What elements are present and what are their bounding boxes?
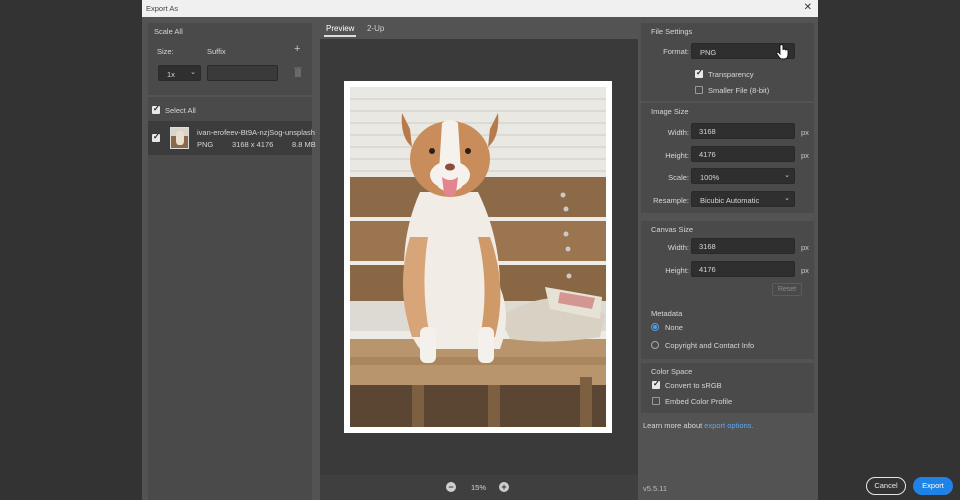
scale-all-title: Scale All	[154, 27, 183, 36]
preview-tabs: Preview 2-Up	[320, 17, 638, 39]
scale-dropdown[interactable]: 1x ⌄	[158, 65, 201, 81]
zoom-in-icon[interactable]: +	[499, 482, 509, 492]
suffix-input[interactable]	[207, 65, 278, 81]
export-as-dialog: Export As ✕ Scale All Size: Suffix + 1x …	[142, 0, 953, 500]
export-options-link[interactable]: export options.	[704, 421, 753, 430]
color-space-section: Color Space Convert to sRGB Embed Color …	[641, 363, 814, 413]
smaller-file-checkbox[interactable]	[695, 86, 703, 94]
image-scale-dropdown[interactable]: 100% ⌄	[691, 168, 795, 184]
image-scale-value: 100%	[700, 173, 720, 182]
size-label: Size:	[157, 47, 174, 56]
file-size: 8.8 MB	[292, 140, 316, 149]
image-size-title: Image Size	[651, 107, 689, 116]
background-left	[0, 0, 142, 500]
image-width-label: Width:	[667, 128, 689, 137]
file-name: ivan-erofeev-Bt9A-nzjSog-unsplash	[197, 128, 315, 137]
learn-more-prefix: Learn more about	[643, 421, 705, 430]
resample-value: Bicubic Automatic	[700, 196, 760, 205]
background-right	[818, 0, 960, 500]
image-size-section: Image Size Width: 3168 px Height: 4176 p…	[641, 103, 814, 213]
trash-icon[interactable]	[294, 67, 302, 77]
metadata-none-radio[interactable]	[651, 323, 659, 331]
zoom-level: 15%	[471, 483, 487, 492]
file-settings-section: File Settings Format: PNG ⌄ Transparency…	[641, 23, 814, 101]
convert-srgb-checkbox[interactable]	[652, 379, 660, 389]
window-title: Export As	[146, 4, 179, 13]
scale-dropdown-value: 1x	[167, 70, 175, 79]
format-value: PNG	[700, 48, 717, 57]
file-dimensions: 3168 x 4176	[232, 140, 274, 149]
image-height-unit: px	[801, 151, 809, 160]
image-height-field[interactable]: 4176	[691, 146, 795, 162]
canvas-height-field[interactable]: 4176	[691, 261, 795, 277]
settings-panel: File Settings Format: PNG ⌄ Transparency…	[639, 17, 953, 500]
zoom-bar: − 15% +	[320, 475, 638, 500]
dog-photo	[350, 87, 606, 427]
zoom-out-icon[interactable]: −	[446, 482, 456, 492]
file-settings-title: File Settings	[651, 27, 693, 36]
transparency-label: Transparency	[708, 70, 754, 79]
color-space-title: Color Space	[651, 367, 693, 376]
tab-2-up[interactable]: 2-Up	[367, 24, 384, 33]
file-format: PNG	[197, 140, 214, 149]
format-label: Format:	[663, 47, 689, 56]
metadata-none-label: None	[665, 323, 683, 332]
image-width-unit: px	[801, 128, 809, 137]
add-scale-icon[interactable]: +	[294, 43, 300, 55]
transparency-checkbox[interactable]	[695, 68, 703, 78]
preview-canvas	[320, 39, 638, 475]
files-panel: Select All ivan-erofeev-Bt9A-nzjSog-unsp…	[148, 97, 316, 500]
resample-label: Resample:	[653, 196, 689, 205]
canvas-width-label: Width:	[667, 243, 689, 252]
chevron-down-icon: ⌄	[190, 69, 196, 76]
file-thumbnail	[170, 127, 189, 149]
canvas-width-field[interactable]: 3168	[691, 238, 795, 254]
file-row[interactable]: ivan-erofeev-Bt9A-nzjSog-unsplash PNG 31…	[148, 121, 316, 155]
convert-srgb-label: Convert to sRGB	[665, 381, 722, 390]
metadata-title: Metadata	[651, 309, 683, 318]
title-bar: Export As ✕	[142, 0, 818, 17]
image-width-field[interactable]: 3168	[691, 123, 795, 139]
embed-profile-label: Embed Color Profile	[665, 397, 733, 406]
tab-preview[interactable]: Preview	[323, 24, 357, 37]
canvas-width-unit: px	[801, 243, 809, 252]
suffix-label: Suffix	[207, 47, 226, 56]
metadata-copyright-label: Copyright and Contact Info	[665, 341, 755, 350]
image-height-label: Height:	[665, 151, 689, 160]
reset-button[interactable]: Reset	[772, 283, 802, 296]
smaller-file-label: Smaller File (8-bit)	[708, 86, 770, 95]
embed-profile-checkbox[interactable]	[652, 397, 660, 405]
learn-more-text: Learn more about export options.	[643, 421, 754, 430]
left-panel: Scale All Size: Suffix + 1x ⌄ Select All…	[142, 17, 319, 500]
close-icon[interactable]: ✕	[804, 2, 812, 13]
preview-panel: Preview 2-Up − 15% +	[320, 17, 638, 500]
scale-all-panel: Scale All Size: Suffix + 1x ⌄	[148, 23, 312, 95]
file-checkbox[interactable]	[152, 132, 160, 142]
export-button[interactable]: Export	[913, 477, 953, 495]
resample-dropdown[interactable]: Bicubic Automatic ⌄	[691, 191, 795, 207]
version-label: v5.5.11	[643, 484, 668, 493]
chevron-down-icon: ⌄	[784, 195, 790, 202]
metadata-copyright-radio[interactable]	[651, 341, 659, 349]
metadata-section: Metadata None Copyright and Contact Info	[641, 305, 814, 359]
canvas-size-title: Canvas Size	[651, 225, 694, 234]
scale-label: Scale:	[668, 173, 689, 182]
preview-image-frame	[344, 81, 612, 433]
select-all-checkbox[interactable]	[152, 104, 160, 114]
chevron-down-icon: ⌄	[784, 172, 790, 179]
canvas-height-label: Height:	[665, 266, 689, 275]
select-all-label: Select All	[165, 106, 196, 115]
canvas-height-unit: px	[801, 266, 809, 275]
hand-cursor-icon	[776, 44, 789, 60]
cancel-button[interactable]: Cancel	[866, 477, 906, 495]
